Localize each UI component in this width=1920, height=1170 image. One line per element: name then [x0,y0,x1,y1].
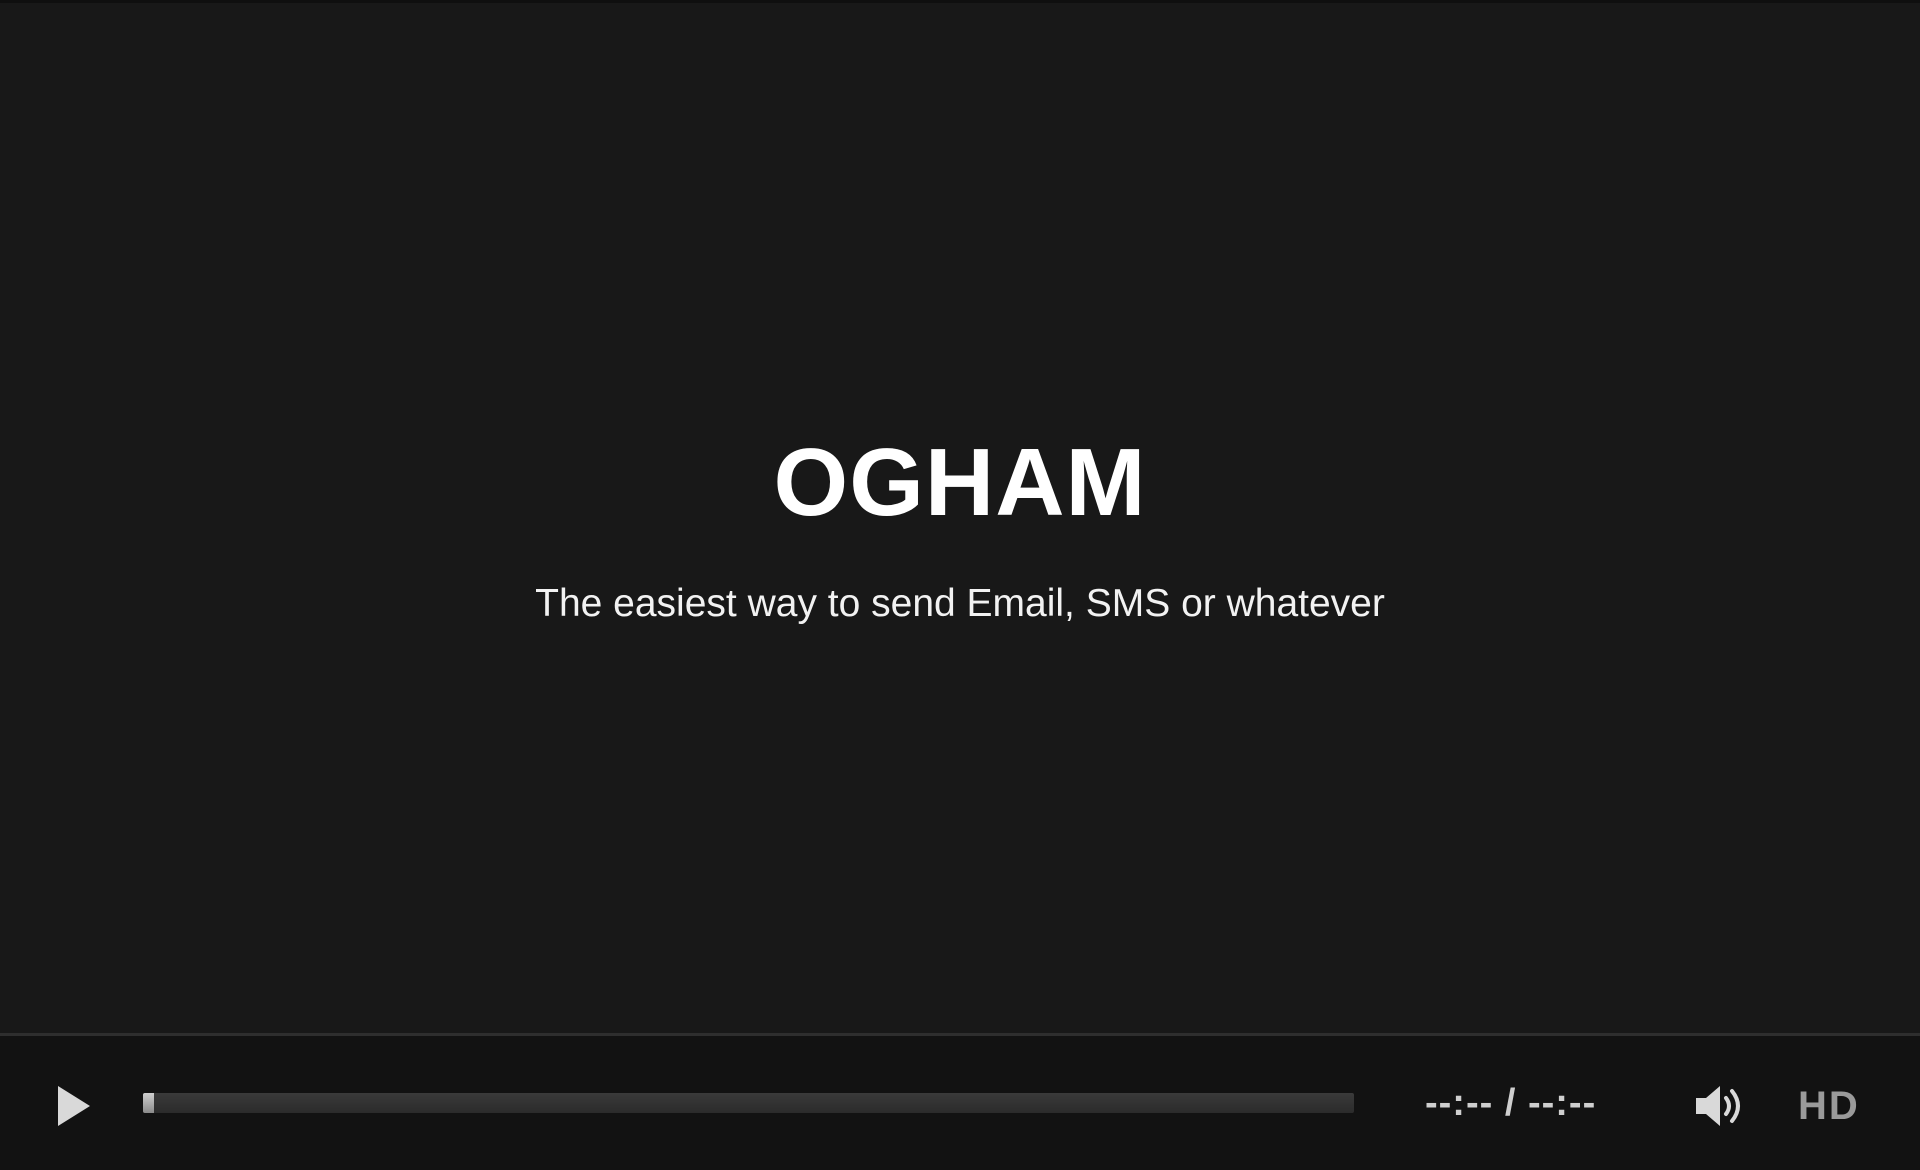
video-subtitle: The easiest way to send Email, SMS or wh… [535,582,1385,625]
current-time: --:-- [1425,1082,1494,1124]
video-frame[interactable]: OGHAM The easiest way to send Email, SMS… [0,3,1920,1033]
player-controls: --:-- / --:-- HD [0,1033,1920,1170]
time-separator: / [1504,1082,1517,1124]
play-icon [58,1086,90,1126]
progress-fill [143,1093,154,1113]
progress-bar[interactable] [143,1093,1354,1113]
video-title: OGHAM [773,429,1147,536]
video-player[interactable]: OGHAM The easiest way to send Email, SMS… [0,0,1920,1170]
volume-button[interactable] [1694,1083,1750,1129]
hd-quality-button[interactable]: HD [1798,1084,1860,1128]
play-button[interactable] [48,1080,100,1132]
volume-icon [1696,1086,1740,1126]
total-time: --:-- [1527,1082,1597,1124]
time-display: --:-- / --:-- [1425,1081,1625,1125]
